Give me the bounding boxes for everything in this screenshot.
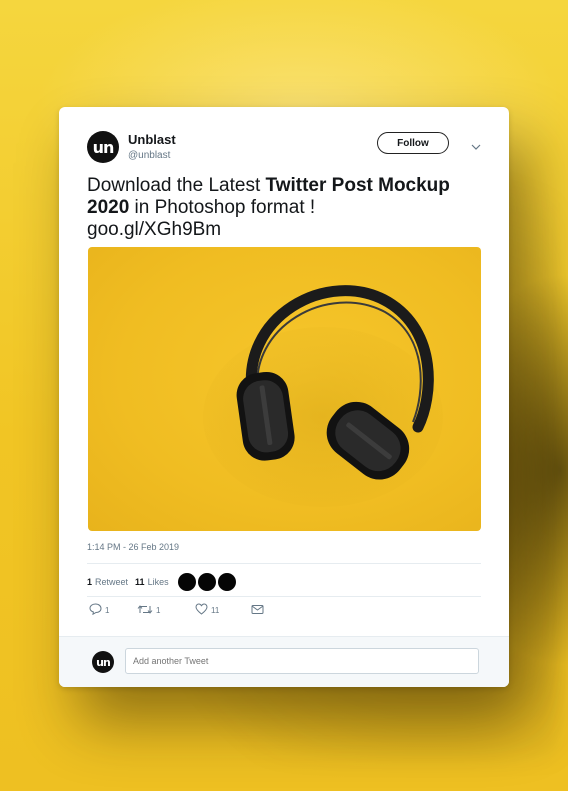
tweet-text-part2: in Photoshop format !: [129, 197, 316, 218]
liker-avatar[interactable]: [177, 573, 196, 591]
liker-avatar[interactable]: [217, 573, 236, 591]
liker-avatars[interactable]: [177, 573, 236, 591]
author-name[interactable]: Unblast: [128, 132, 176, 147]
tweet-timestamp[interactable]: 1:14 PM - 26 Feb 2019: [87, 542, 179, 552]
like-button[interactable]: 11: [195, 603, 251, 617]
retweet-button[interactable]: 1: [137, 604, 195, 617]
message-button[interactable]: [251, 604, 264, 617]
envelope-icon: [251, 604, 264, 617]
tweet-image[interactable]: [88, 247, 481, 531]
avatar-text: un: [92, 137, 115, 157]
retweet-label: Retweet: [95, 577, 129, 587]
retweet-icon: [137, 604, 153, 617]
reply-button[interactable]: 1: [89, 603, 137, 617]
liker-avatar[interactable]: [197, 573, 216, 591]
reply-bar: un: [59, 636, 509, 687]
like-action-count: 11: [211, 605, 220, 615]
tweet-header: un Unblast @unblast Follow: [87, 131, 489, 167]
reply-avatar: un: [92, 651, 114, 673]
chevron-down-icon[interactable]: [471, 137, 481, 155]
reply-count: 1: [105, 605, 110, 615]
author-handle[interactable]: @unblast: [128, 150, 170, 161]
likes-label: Likes: [147, 577, 169, 587]
follow-button[interactable]: Follow: [377, 132, 449, 154]
reply-icon: [89, 603, 102, 617]
tweet-card: un Unblast @unblast Follow Download the …: [59, 107, 509, 687]
tweet-text-part1: Download the Latest: [87, 175, 266, 196]
tweet-link[interactable]: goo.gl/XGh9Bm: [87, 219, 221, 240]
likes-count: 11: [135, 577, 145, 587]
tweet-text: Download the Latest Twitter Post Mockup …: [87, 175, 487, 241]
retweet-stat[interactable]: 1 Retweet: [87, 577, 128, 587]
retweet-count: 1: [87, 577, 93, 587]
reply-avatar-text: un: [96, 655, 111, 669]
headphones-image: [203, 285, 443, 507]
divider: [87, 563, 481, 564]
tweet-stats: 1 Retweet 11 Likes: [87, 573, 236, 591]
tweet-actions: 1 1 11: [89, 603, 264, 617]
retweet-action-count: 1: [156, 605, 161, 615]
reply-input[interactable]: [125, 648, 479, 674]
divider: [87, 596, 481, 597]
heart-icon: [195, 603, 208, 617]
likes-stat[interactable]: 11 Likes: [135, 577, 169, 587]
avatar[interactable]: un: [87, 131, 119, 163]
